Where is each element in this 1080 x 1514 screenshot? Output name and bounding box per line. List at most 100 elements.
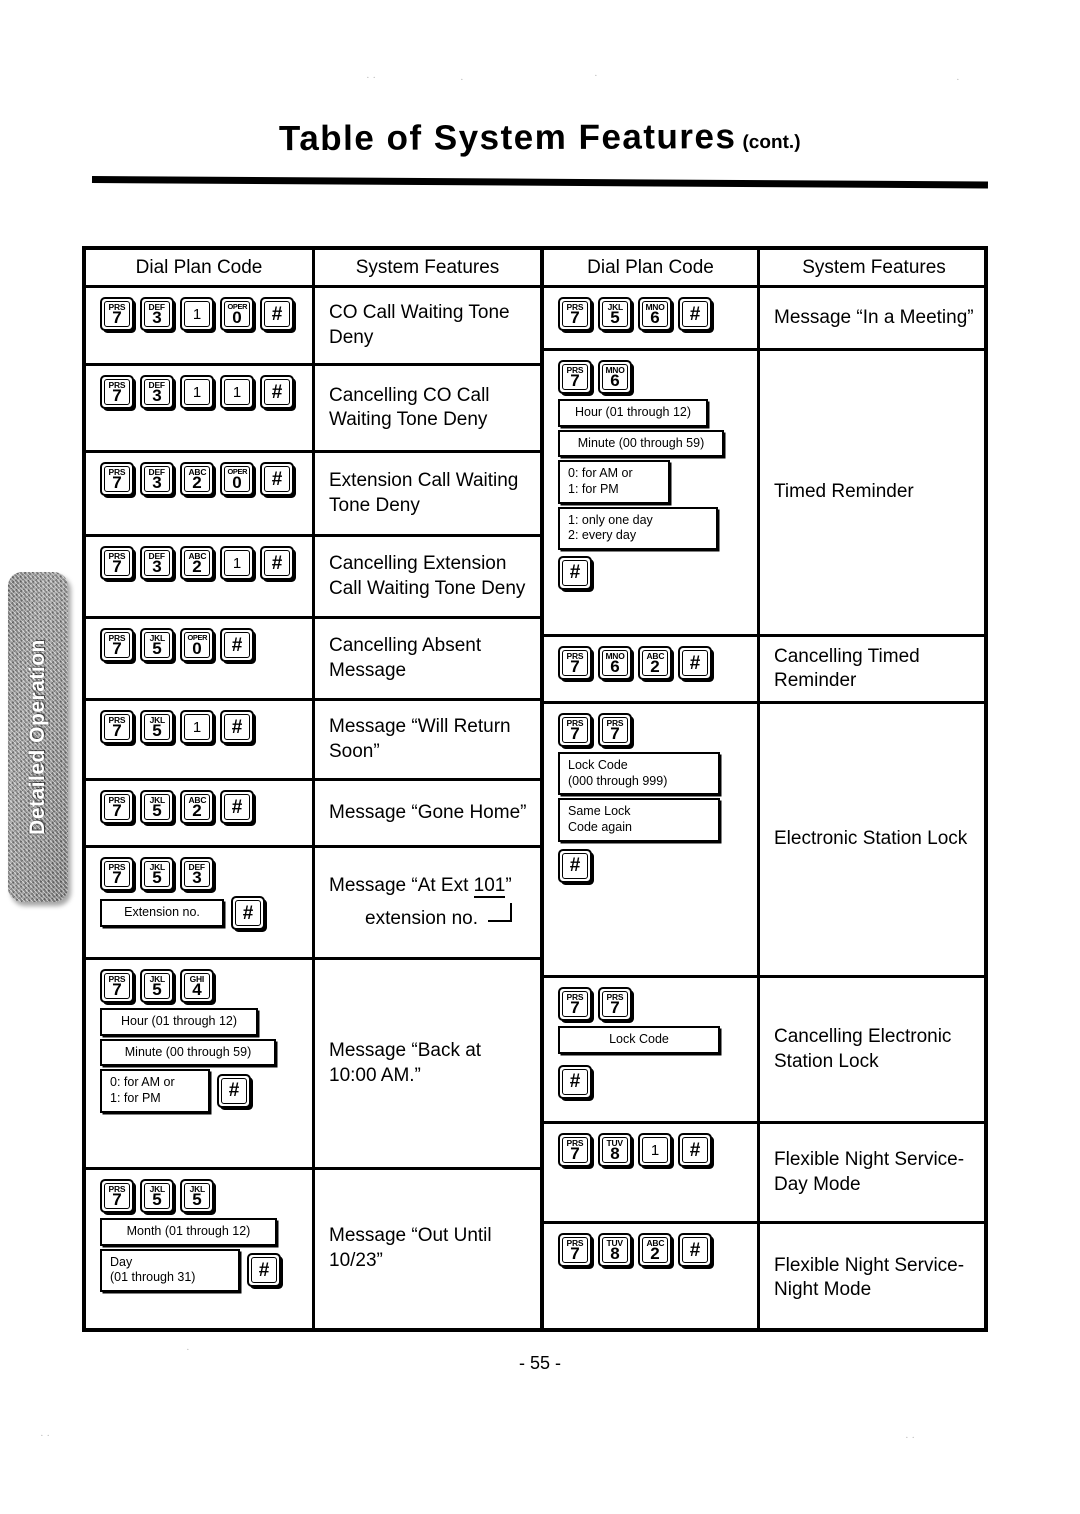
dial-code-row-message-will-return-soon: PRS 7 JKL 5 1 #	[86, 701, 312, 781]
keypad-key-hash[interactable]: #	[231, 896, 265, 930]
system-feature-label: Electronic Station Lock	[774, 828, 968, 850]
keypad-key-7[interactable]: PRS 7	[100, 297, 134, 331]
keypad-key-7[interactable]: PRS 7	[100, 790, 134, 824]
keypad-key-hash[interactable]: #	[260, 297, 294, 331]
keypad-key-1[interactable]: 1	[220, 375, 254, 409]
keypad-key-face: 1	[642, 1137, 668, 1163]
keypad-key-7[interactable]: PRS 7	[100, 1179, 134, 1213]
keypad-key-hash[interactable]: #	[260, 462, 294, 496]
keypad-key-hash[interactable]: #	[220, 628, 254, 662]
column-left-dial-plan-code: Dial Plan Code PRS 7 DEF 3 1 OPER 0 # PRS 7 DEF 3 1 1…	[86, 250, 312, 1328]
keypad-key-digit: 0	[232, 473, 242, 492]
keypad-key-1[interactable]: 1	[638, 1133, 672, 1167]
keypad-key-6[interactable]: MNO 6	[638, 297, 672, 331]
keypad-key-hash[interactable]: #	[558, 555, 592, 590]
keypad-key-5[interactable]: JKL 5	[180, 1179, 214, 1213]
keypad-key-5[interactable]: JKL 5	[140, 857, 174, 891]
keypad-key-3[interactable]: DEF 3	[140, 297, 174, 331]
keypad-key-face: PRS 7	[104, 861, 130, 887]
keypad-key-3[interactable]: DEF 3	[140, 375, 174, 409]
feature-row-message-will-return-soon: Message “Will Return Soon”	[315, 701, 540, 781]
keypad-key-digit: 0	[232, 308, 242, 327]
keypad-key-7[interactable]: PRS 7	[100, 628, 134, 662]
keypad-key-7[interactable]: PRS 7	[558, 646, 592, 680]
keypad-key-7[interactable]: PRS 7	[558, 713, 592, 747]
dial-step-stack: PRS 7 JKL 5 DEF 3 Extension no. #	[100, 857, 312, 930]
keypad-key-1[interactable]: 1	[220, 546, 254, 580]
keypad-key-7[interactable]: PRS 7	[100, 375, 134, 409]
keypad-key-7[interactable]: PRS 7	[558, 1233, 592, 1267]
keypad-key-2[interactable]: ABC 2	[638, 1233, 672, 1267]
keypad-key-hash[interactable]: #	[558, 848, 592, 883]
parameter-box-line: 1: for PM	[568, 481, 619, 496]
keypad-key-7[interactable]: PRS 7	[100, 969, 134, 1003]
keypad-key-3[interactable]: DEF 3	[140, 462, 174, 496]
dial-step-stack: PRS 7 DEF 3 1 OPER 0 #	[100, 297, 312, 333]
keypad-key-hash[interactable]: #	[260, 375, 294, 409]
keypad-key-letters: JKL	[149, 634, 165, 643]
keypad-key-hash[interactable]: #	[558, 1064, 592, 1099]
keypad-key-1[interactable]: 1	[180, 297, 214, 331]
keypad-key-1[interactable]: 1	[180, 375, 214, 409]
keypad-key-digit: 7	[112, 557, 122, 576]
keypad-key-8[interactable]: TUV 8	[598, 1133, 632, 1167]
keypad-key-7[interactable]: PRS 7	[100, 710, 134, 744]
keypad-key-letters: ABC	[188, 796, 206, 805]
keypad-key-2[interactable]: ABC 2	[180, 790, 214, 824]
keypad-key-face: #	[682, 1237, 708, 1263]
at-ext-prefix: Message “At Ext	[329, 875, 474, 897]
keypad-key-3[interactable]: DEF 3	[180, 857, 214, 891]
system-features-table: Dial Plan Code PRS 7 DEF 3 1 OPER 0 # PRS 7 DEF 3 1 1…	[82, 246, 988, 1332]
keypad-key-letters: MNO	[605, 652, 625, 661]
keypad-key-hash[interactable]: #	[678, 1233, 712, 1267]
keypad-sequence: PRS 7 DEF 3 1 1 #	[100, 375, 312, 409]
keypad-key-5[interactable]: JKL 5	[598, 297, 632, 331]
keypad-key-7[interactable]: PRS 7	[558, 360, 592, 394]
keypad-key-7[interactable]: PRS 7	[598, 713, 632, 747]
keypad-key-hash[interactable]: #	[247, 1253, 281, 1288]
keypad-key-7[interactable]: PRS 7	[598, 987, 632, 1021]
keypad-key-7[interactable]: PRS 7	[558, 1133, 592, 1167]
keypad-key-2[interactable]: ABC 2	[180, 462, 214, 496]
keypad-key-1[interactable]: 1	[180, 710, 214, 744]
keypad-key-8[interactable]: TUV 8	[598, 1233, 632, 1267]
keypad-key-digit: 2	[192, 557, 202, 576]
keypad-key-0[interactable]: OPER 0	[220, 462, 254, 496]
keypad-key-5[interactable]: JKL 5	[140, 790, 174, 824]
keypad-key-hash[interactable]: #	[260, 546, 294, 580]
keypad-key-letters: ABC	[188, 552, 206, 561]
keypad-key-5[interactable]: JKL 5	[140, 969, 174, 1003]
keypad-key-hash[interactable]: #	[220, 710, 254, 744]
keypad-key-2[interactable]: ABC 2	[180, 546, 214, 580]
hour-box: Hour (01 through 12)	[558, 399, 708, 427]
keypad-key-5[interactable]: JKL 5	[140, 628, 174, 662]
keypad-key-0[interactable]: OPER 0	[180, 628, 214, 662]
keypad-key-3[interactable]: DEF 3	[140, 546, 174, 580]
keypad-sequence: PRS 7 JKL 5 GHI 4	[100, 969, 312, 1003]
keypad-key-hash[interactable]: #	[678, 1133, 712, 1167]
keypad-key-5[interactable]: JKL 5	[140, 710, 174, 744]
keypad-key-7[interactable]: PRS 7	[100, 857, 134, 891]
keypad-key-5[interactable]: JKL 5	[140, 1179, 174, 1213]
keypad-key-7[interactable]: PRS 7	[100, 462, 134, 496]
scan-artifact: ·	[594, 70, 598, 82]
keypad-key-6[interactable]: MNO 6	[598, 360, 632, 394]
keypad-key-7[interactable]: PRS 7	[558, 297, 592, 331]
keypad-key-2[interactable]: ABC 2	[638, 646, 672, 680]
keypad-key-letters: JKL	[149, 796, 165, 805]
keypad-key-face: DEF 3	[184, 861, 210, 887]
scan-artifact: · ·	[40, 1430, 51, 1442]
keypad-key-digit: 3	[152, 308, 162, 327]
keypad-key-letters: PRS	[566, 1139, 584, 1148]
keypad-key-hash[interactable]: #	[217, 1073, 251, 1108]
page-title-cont: (cont.)	[742, 131, 801, 154]
keypad-key-6[interactable]: MNO 6	[598, 646, 632, 680]
keypad-key-hash[interactable]: #	[678, 646, 712, 680]
keypad-key-4[interactable]: GHI 4	[180, 969, 214, 1003]
keypad-key-0[interactable]: OPER 0	[220, 297, 254, 331]
keypad-key-7[interactable]: PRS 7	[100, 546, 134, 580]
keypad-key-hash[interactable]: #	[678, 297, 712, 331]
keypad-key-hash[interactable]: #	[220, 790, 254, 824]
keypad-key-7[interactable]: PRS 7	[558, 987, 592, 1021]
keypad-sequence: PRS 7 TUV 8 ABC 2 #	[558, 1233, 757, 1267]
